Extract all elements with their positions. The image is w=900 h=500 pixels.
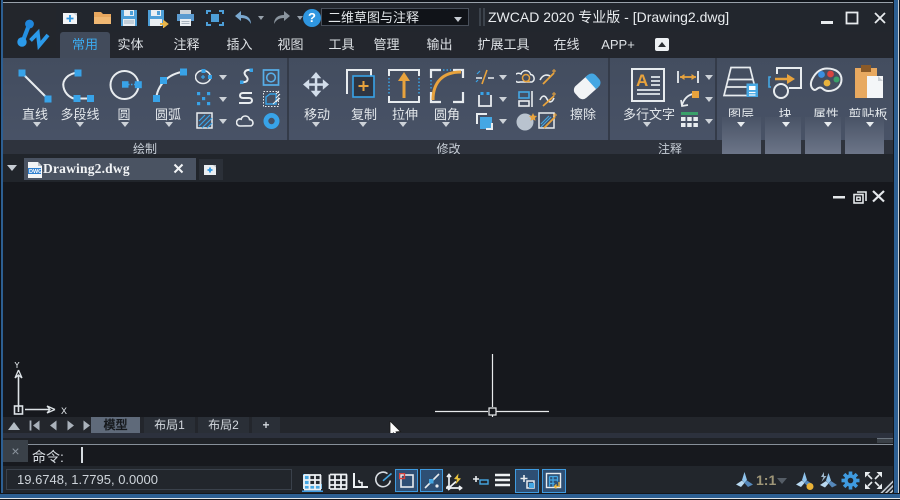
svg-text:Y: Y	[14, 362, 20, 372]
svg-text:X: X	[61, 407, 67, 417]
svg-text:A: A	[636, 71, 648, 90]
svg-text:DWG: DWG	[29, 169, 42, 175]
